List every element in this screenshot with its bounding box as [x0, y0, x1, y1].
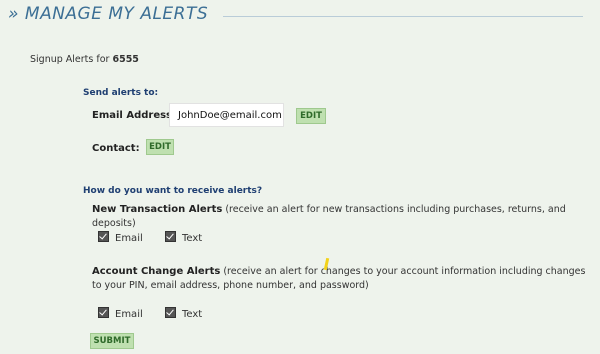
checkbox-checked-icon[interactable]	[98, 307, 109, 318]
account-change-text-label: Text	[182, 309, 203, 320]
checkbox-checked-icon[interactable]	[98, 231, 109, 242]
new-transaction-email-label: Email	[115, 233, 143, 244]
new-transaction-title: New Transaction Alerts	[92, 204, 223, 215]
email-address-label: Email Address:	[92, 110, 177, 121]
new-transaction-alert-line: New Transaction Alerts (receive an alert…	[92, 203, 592, 231]
account-number: 6555	[112, 54, 139, 65]
new-transaction-email-checkbox[interactable]: Email	[98, 231, 143, 244]
submit-button[interactable]: SUBMIT	[90, 333, 134, 349]
page-title: » MANAGE MY ALERTS	[8, 4, 209, 24]
contact-label: Contact:	[92, 143, 140, 154]
account-change-email-label: Email	[115, 309, 143, 320]
send-alerts-heading: Send alerts to:	[83, 88, 159, 98]
account-change-text-checkbox[interactable]: Text	[165, 307, 202, 320]
new-transaction-text-label: Text	[182, 233, 203, 244]
checkbox-checked-icon[interactable]	[165, 231, 176, 242]
receive-alerts-heading: How do you want to receive alerts?	[83, 186, 263, 196]
account-change-title: Account Change Alerts	[92, 266, 221, 277]
new-transaction-text-checkbox[interactable]: Text	[165, 231, 202, 244]
header-divider	[223, 16, 583, 17]
account-change-email-checkbox[interactable]: Email	[98, 307, 143, 320]
checkbox-checked-icon[interactable]	[165, 307, 176, 318]
signup-line: Signup Alerts for 6555	[30, 54, 139, 65]
account-change-alert-line: Account Change Alerts (receive an alert …	[92, 265, 592, 293]
signup-prefix: Signup Alerts for	[30, 54, 113, 65]
edit-contact-button[interactable]: EDIT	[146, 139, 174, 155]
page-header: » MANAGE MY ALERTS	[8, 0, 600, 28]
edit-email-button[interactable]: EDIT	[296, 108, 326, 124]
email-address-field[interactable]: JohnDoe@email.com	[169, 103, 284, 127]
